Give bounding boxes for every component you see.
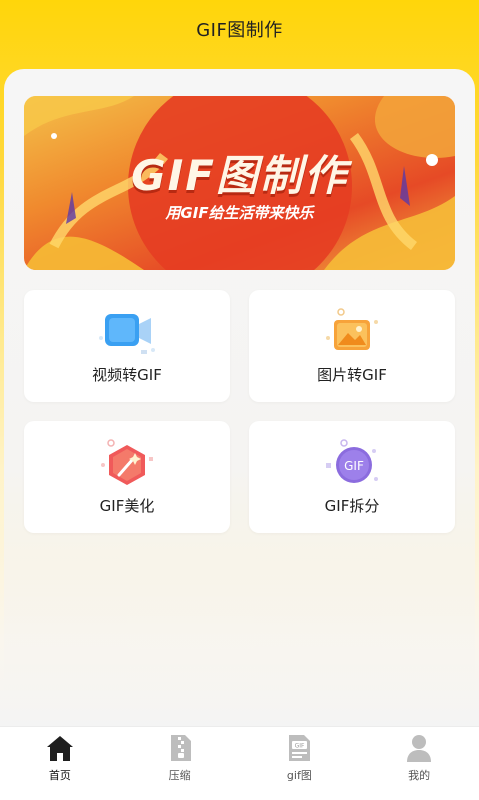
home-icon: [46, 736, 73, 761]
gif-beautify-label: GIF美化: [99, 497, 155, 515]
tab-compress[interactable]: 压缩: [120, 727, 240, 800]
tab-compress-label: 压缩: [168, 769, 191, 782]
page-title: GIF图制作: [196, 20, 283, 41]
tab-gif-label: gif图: [286, 769, 312, 782]
bottom-tab-bar: 首页 压缩 GIF gif图 我的: [0, 726, 479, 800]
tab-mine-label: 我的: [408, 769, 431, 782]
tab-gif[interactable]: GIF gif图: [240, 727, 360, 800]
gif-split-card[interactable]: GIF GIF拆分: [249, 421, 455, 533]
gif-badge-text: GIF: [344, 459, 364, 473]
banner-title: GIF图制作: [131, 151, 348, 200]
banner-subtitle: 用GIF给生活带来快乐: [165, 204, 314, 222]
video-icon: [99, 314, 155, 354]
image-to-gif-label: 图片转GIF: [317, 366, 387, 384]
video-to-gif-card[interactable]: 视频转GIF: [24, 290, 230, 402]
gif-file-badge: GIF: [295, 743, 305, 750]
app-header: GIF图制作: [0, 0, 479, 58]
tab-home[interactable]: 首页: [0, 727, 120, 800]
gif-beautify-card[interactable]: GIF美化: [24, 421, 230, 533]
video-to-gif-label: 视频转GIF: [92, 366, 162, 384]
gif-file-icon: GIF: [289, 735, 311, 761]
promo-banner[interactable]: GIF图制作 用GIF给生活带来快乐: [24, 96, 455, 270]
gif-split-icon: GIF: [326, 439, 378, 483]
image-icon: [326, 308, 378, 350]
gif-split-label: GIF拆分: [324, 497, 380, 515]
tab-home-label: 首页: [48, 769, 71, 782]
user-icon: [407, 735, 432, 762]
magic-wand-icon: [101, 439, 153, 485]
zip-file-icon: [170, 735, 191, 761]
image-to-gif-card[interactable]: 图片转GIF: [249, 290, 455, 402]
tab-mine[interactable]: 我的: [359, 727, 479, 800]
